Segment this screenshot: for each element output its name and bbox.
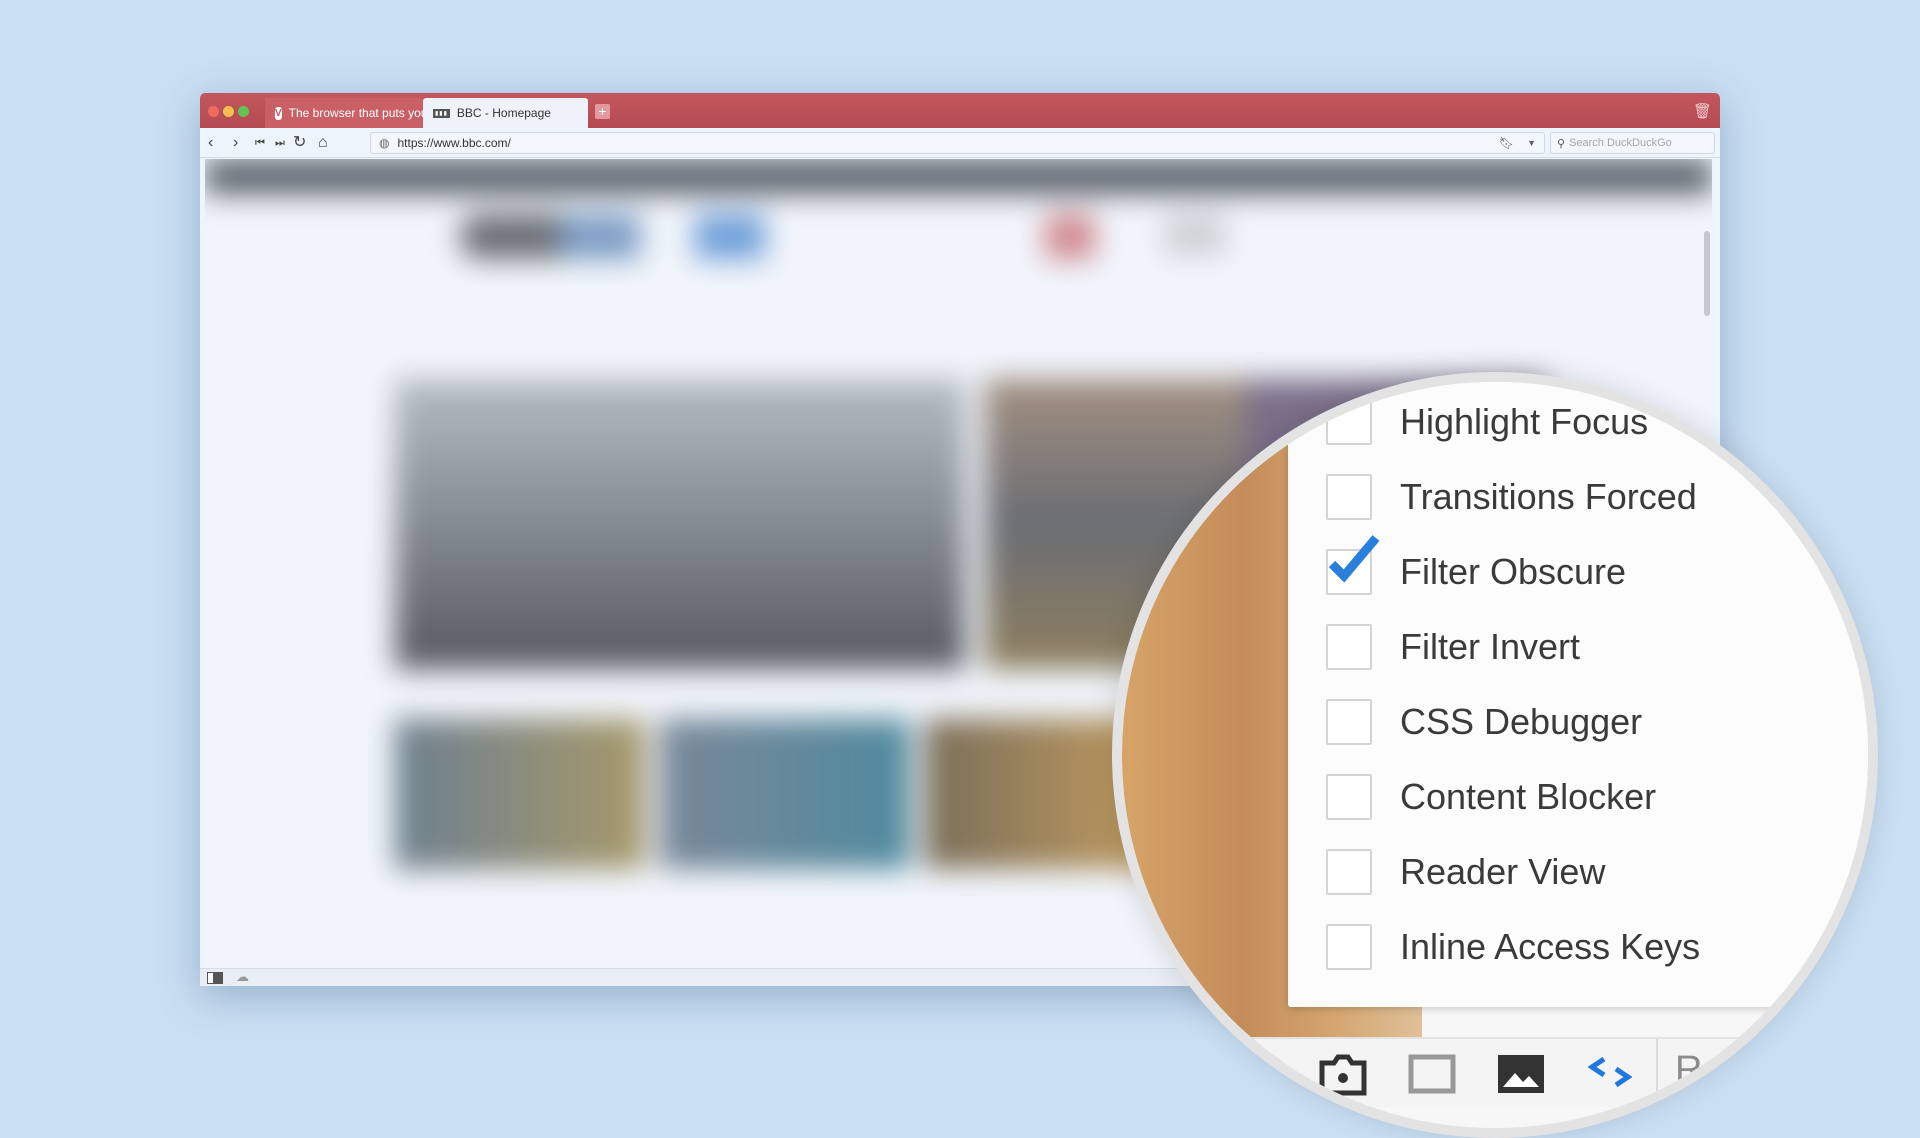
tab-vivaldi[interactable]: V The browser that puts you in control	[265, 98, 423, 128]
tab-label: BBC - Homepage	[456, 106, 551, 120]
menu-item-label: Filter Invert	[1400, 626, 1581, 667]
checkbox[interactable]	[1326, 399, 1372, 445]
close-window-button[interactable]	[208, 106, 219, 117]
panel-toggle-icon[interactable]	[207, 972, 223, 984]
magnifier-overlay: Reset Highlight Focus Transitions Forced…	[1112, 372, 1878, 1138]
menu-item-label: Reader View	[1400, 851, 1606, 892]
camera-icon[interactable]	[1319, 1051, 1367, 1097]
maximize-window-button[interactable]	[238, 106, 249, 117]
tab-bbc[interactable]: ▮▮▮ BBC - Homepage	[423, 98, 588, 128]
menu-item-label: Inline Access Keys	[1400, 926, 1701, 967]
forward-icon[interactable]: ›	[233, 133, 238, 153]
new-tab-button[interactable]: +	[595, 104, 610, 119]
vivaldi-icon: V	[275, 106, 282, 120]
minimize-window-button[interactable]	[223, 106, 234, 117]
reset-button[interactable]: Reset	[1675, 1049, 1774, 1092]
checkbox[interactable]	[1326, 699, 1372, 745]
fast-forward-icon[interactable]: ⏭	[275, 133, 285, 153]
status-bar-magnified: Reset	[1122, 1037, 1868, 1109]
rewind-icon[interactable]: ⏮	[255, 133, 265, 153]
window-icon[interactable]	[1408, 1051, 1456, 1097]
scrollbar[interactable]	[1704, 231, 1710, 316]
checkmark-icon	[1328, 535, 1380, 583]
home-icon[interactable]: ⌂	[318, 133, 328, 153]
url-field[interactable]: ◍ https://www.bbc.com/ 🔖︎ ▼	[370, 132, 1545, 154]
search-icon: ⚲	[1557, 137, 1566, 150]
menu-item-label: CSS Debugger	[1400, 701, 1643, 742]
checkbox[interactable]	[1326, 774, 1372, 820]
search-field[interactable]: ⚲ Search DuckDuckGo	[1550, 132, 1715, 154]
image-icon[interactable]	[1497, 1051, 1545, 1097]
developer-tools-menu: Highlight Focus Transitions Forced Filte…	[1288, 382, 1868, 1025]
checkbox[interactable]	[1326, 624, 1372, 670]
bbc-favicon: ▮▮▮	[433, 108, 450, 118]
tab-bar: V The browser that puts you in control ▮…	[200, 93, 1720, 128]
tab-label: The browser that puts you in control	[288, 106, 423, 120]
bookmark-icon[interactable]: 🔖︎	[1499, 136, 1514, 150]
divider	[1656, 1039, 1658, 1109]
checkbox[interactable]	[1326, 474, 1372, 520]
url-text: https://www.bbc.com/	[397, 136, 511, 150]
sync-cloud-icon[interactable]: ☁	[236, 969, 249, 985]
dropdown-icon[interactable]: ▼	[1527, 138, 1536, 148]
menu-item-label: Highlight Focus	[1400, 401, 1649, 442]
search-placeholder: Search DuckDuckGo	[1569, 137, 1672, 149]
menu-item-label: Content Blocker	[1400, 776, 1657, 817]
developer-tools-icon[interactable]	[1588, 1055, 1632, 1089]
back-icon[interactable]: ‹	[208, 133, 213, 153]
trash-icon[interactable]: 🗑	[1693, 102, 1712, 120]
globe-icon: ◍	[379, 136, 390, 150]
checkbox[interactable]	[1326, 849, 1372, 895]
address-bar-row: ‹ › ⏮ ⏭ ↻ ⌂ ◍ https://www.bbc.com/ 🔖︎ ▼ …	[200, 128, 1720, 158]
menu-item-label: Filter Obscure	[1400, 551, 1627, 592]
checkbox[interactable]	[1326, 924, 1372, 970]
menu-item-label: Transitions Forced	[1400, 476, 1697, 517]
reload-icon[interactable]: ↻	[293, 133, 306, 153]
